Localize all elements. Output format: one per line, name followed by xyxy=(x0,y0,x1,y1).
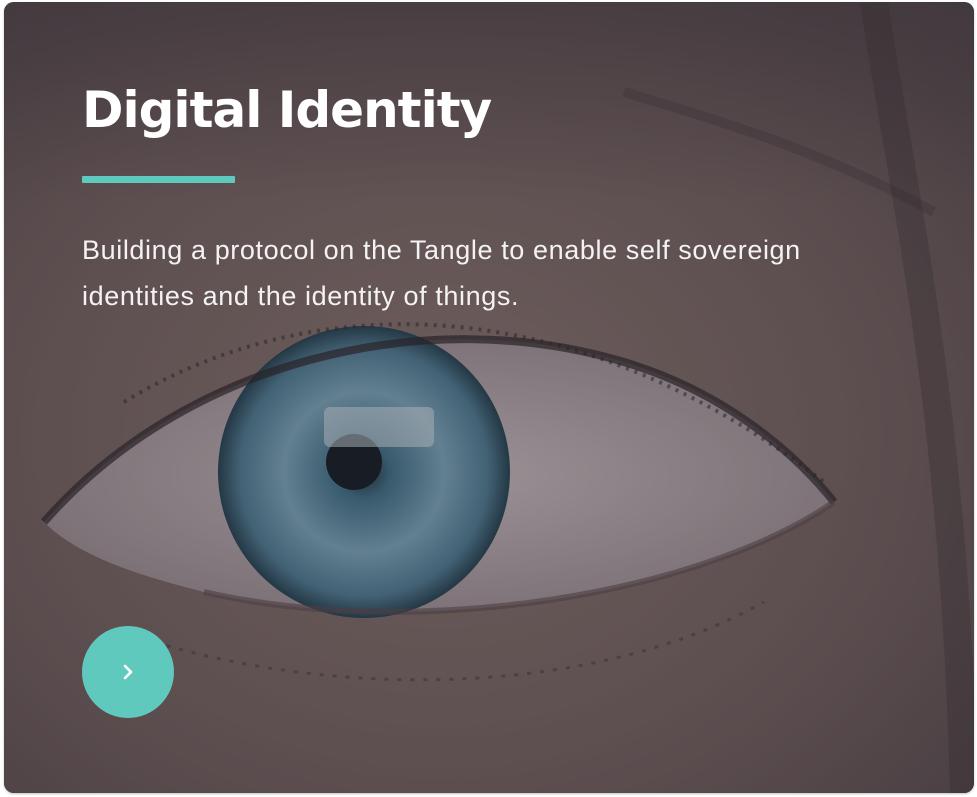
card-content: Digital Identity Building a protocol on … xyxy=(82,80,882,319)
next-button[interactable] xyxy=(82,626,174,718)
card-description: Building a protocol on the Tangle to ena… xyxy=(82,235,801,311)
card-title: Digital Identity xyxy=(82,81,492,139)
title-underline xyxy=(82,176,235,183)
chevron-right-icon xyxy=(123,664,133,680)
feature-card[interactable]: Digital Identity Building a protocol on … xyxy=(4,2,974,793)
